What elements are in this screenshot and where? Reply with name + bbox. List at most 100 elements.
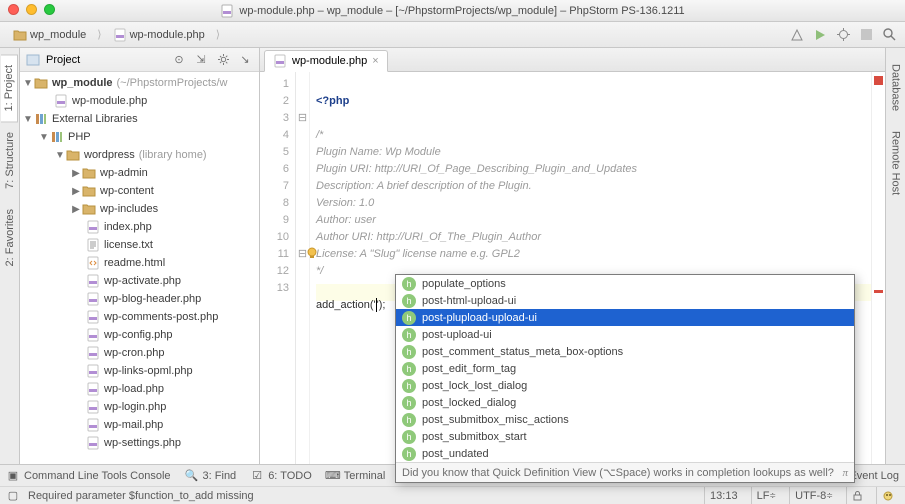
hook-kind-icon: h — [402, 447, 416, 461]
breadcrumb-file[interactable]: wp-module.php — [106, 25, 212, 45]
completion-item[interactable]: hpopulate_options — [396, 275, 854, 292]
close-tab-icon[interactable]: × — [372, 55, 378, 67]
tree-wordpress[interactable]: ▼wordpress (library home) — [20, 146, 259, 164]
scroll-from-source-icon[interactable]: ⊙ — [171, 52, 187, 68]
arrow-right-icon[interactable]: ▶ — [70, 168, 82, 179]
tool-tab-structure[interactable]: 7: Structure — [2, 122, 18, 199]
php-file-icon — [86, 292, 100, 306]
tree-file[interactable]: wp-login.php — [20, 398, 259, 416]
editor-tab[interactable]: wp-module.php × — [264, 50, 388, 72]
error-stripe[interactable] — [871, 72, 885, 464]
tree-project-root[interactable]: ▼wp_module (~/PhpstormProjects/w — [20, 74, 259, 92]
sidebar-title: Project — [46, 54, 80, 66]
tree-folder[interactable]: ▶wp-admin — [20, 164, 259, 182]
intention-bulb-icon[interactable] — [305, 246, 319, 260]
html-file-icon — [86, 256, 100, 270]
tree-file[interactable]: wp-load.php — [20, 380, 259, 398]
completion-item[interactable]: hpost-plupload-upload-ui — [396, 309, 854, 326]
tree-file[interactable]: wp-module.php — [20, 92, 259, 110]
tree-file[interactable]: wp-config.php — [20, 326, 259, 344]
lock-icon[interactable] — [846, 487, 868, 504]
arrow-down-icon[interactable]: ▼ — [54, 150, 66, 161]
zoom-window-button[interactable] — [44, 4, 55, 15]
project-sidebar: Project ⊙ ⇲ ↘ ▼wp_module (~/PhpstormProj… — [20, 48, 260, 464]
run-toolbar — [787, 25, 899, 45]
terminal-icon: ▣ — [6, 469, 20, 483]
tool-tab-remote-host[interactable]: Remote Host — [888, 121, 904, 205]
hook-kind-icon: h — [402, 294, 416, 308]
project-tree[interactable]: ▼wp_module (~/PhpstormProjects/w wp-modu… — [20, 72, 259, 464]
tree-file[interactable]: wp-links-opml.php — [20, 362, 259, 380]
arrow-down-icon[interactable]: ▼ — [22, 114, 34, 125]
folder-icon — [66, 148, 80, 162]
run-button[interactable] — [810, 25, 830, 45]
hook-kind-icon: h — [402, 396, 416, 410]
completion-item[interactable]: hpost_undated — [396, 445, 854, 462]
tree-file[interactable]: wp-comments-post.php — [20, 308, 259, 326]
hook-kind-icon: h — [402, 277, 416, 291]
collapse-icon[interactable]: ⇲ — [193, 52, 209, 68]
tree-file[interactable]: wp-activate.php — [20, 272, 259, 290]
tree-file[interactable]: wp-cron.php — [20, 344, 259, 362]
arrow-down-icon[interactable]: ▼ — [38, 132, 50, 143]
tool-tab-terminal[interactable]: ⌨Terminal — [326, 469, 386, 483]
tree-folder[interactable]: ▶wp-includes — [20, 200, 259, 218]
search-icon[interactable] — [879, 25, 899, 45]
tool-tab-favorites[interactable]: 2: Favorites — [2, 199, 18, 276]
close-window-button[interactable] — [8, 4, 19, 15]
breadcrumb-project[interactable]: wp_module — [6, 25, 93, 45]
completion-item[interactable]: hpost_lock_lost_dialog — [396, 377, 854, 394]
completion-item[interactable]: hpost_submitbox_misc_actions — [396, 411, 854, 428]
hide-icon[interactable]: ↘ — [237, 52, 253, 68]
php-file-icon — [86, 418, 100, 432]
tool-tab-project[interactable]: 1: Project — [1, 54, 18, 122]
completion-item[interactable]: hpost_submitbox_start — [396, 428, 854, 445]
tree-file[interactable]: wp-mail.php — [20, 416, 259, 434]
stop-button[interactable] — [856, 25, 876, 45]
tree-file[interactable]: index.php — [20, 218, 259, 236]
arrow-down-icon[interactable]: ▼ — [22, 78, 34, 89]
libraries-icon — [34, 112, 48, 126]
completion-popup[interactable]: hpopulate_optionshpost-html-upload-uihpo… — [395, 274, 855, 483]
fold-gutter[interactable]: ⊟ ⊟ — [296, 72, 310, 464]
todo-icon: ☑ — [250, 469, 264, 483]
completion-item[interactable]: hpost_edit_form_tag — [396, 360, 854, 377]
tool-tab-todo[interactable]: ☑6: TODO — [250, 469, 312, 483]
make-button[interactable] — [787, 25, 807, 45]
completion-item[interactable]: hpost-upload-ui — [396, 326, 854, 343]
tool-tab-find[interactable]: 🔍3: Find — [185, 469, 237, 483]
gear-icon[interactable] — [215, 52, 231, 68]
tree-file[interactable]: wp-blog-header.php — [20, 290, 259, 308]
arrow-right-icon[interactable]: ▶ — [70, 204, 82, 215]
debug-button[interactable] — [833, 25, 853, 45]
tool-tab-database[interactable]: Database — [888, 54, 904, 121]
hook-kind-icon: h — [402, 379, 416, 393]
tree-file[interactable]: wp-settings.php — [20, 434, 259, 452]
php-file-icon — [54, 94, 68, 108]
window-controls — [8, 4, 55, 15]
completion-item[interactable]: hpost_comment_status_meta_box-options — [396, 343, 854, 360]
tree-file[interactable]: license.txt — [20, 236, 259, 254]
analysis-status-icon[interactable] — [874, 76, 883, 85]
completion-item[interactable]: hpost_locked_dialog — [396, 394, 854, 411]
php-file-icon — [86, 346, 100, 360]
line-separator[interactable]: LF ≑ — [751, 487, 782, 504]
hide-tool-windows-icon[interactable]: ▢ — [6, 489, 20, 503]
completion-item[interactable]: hpost-html-upload-ui — [396, 292, 854, 309]
tree-php-lib[interactable]: ▼PHP — [20, 128, 259, 146]
inspector-icon[interactable] — [876, 487, 899, 504]
tool-tab-console[interactable]: ▣Command Line Tools Console — [6, 469, 171, 483]
caret-position[interactable]: 13:13 — [704, 487, 743, 504]
module-icon — [34, 76, 48, 90]
error-marker[interactable] — [874, 290, 883, 293]
tree-file[interactable]: readme.html — [20, 254, 259, 272]
project-icon — [26, 53, 40, 67]
arrow-right-icon[interactable]: ▶ — [70, 186, 82, 197]
nav-toolbar: wp_module ⟩ wp-module.php ⟩ — [0, 22, 905, 48]
minimize-window-button[interactable] — [26, 4, 37, 15]
tree-external-libraries[interactable]: ▼External Libraries — [20, 110, 259, 128]
file-encoding[interactable]: UTF-8 ≑ — [789, 487, 838, 504]
tree-folder[interactable]: ▶wp-content — [20, 182, 259, 200]
line-gutter[interactable]: 12345678910111213 — [260, 72, 296, 464]
titlebar: wp-module.php – wp_module – [~/PhpstormP… — [0, 0, 905, 22]
